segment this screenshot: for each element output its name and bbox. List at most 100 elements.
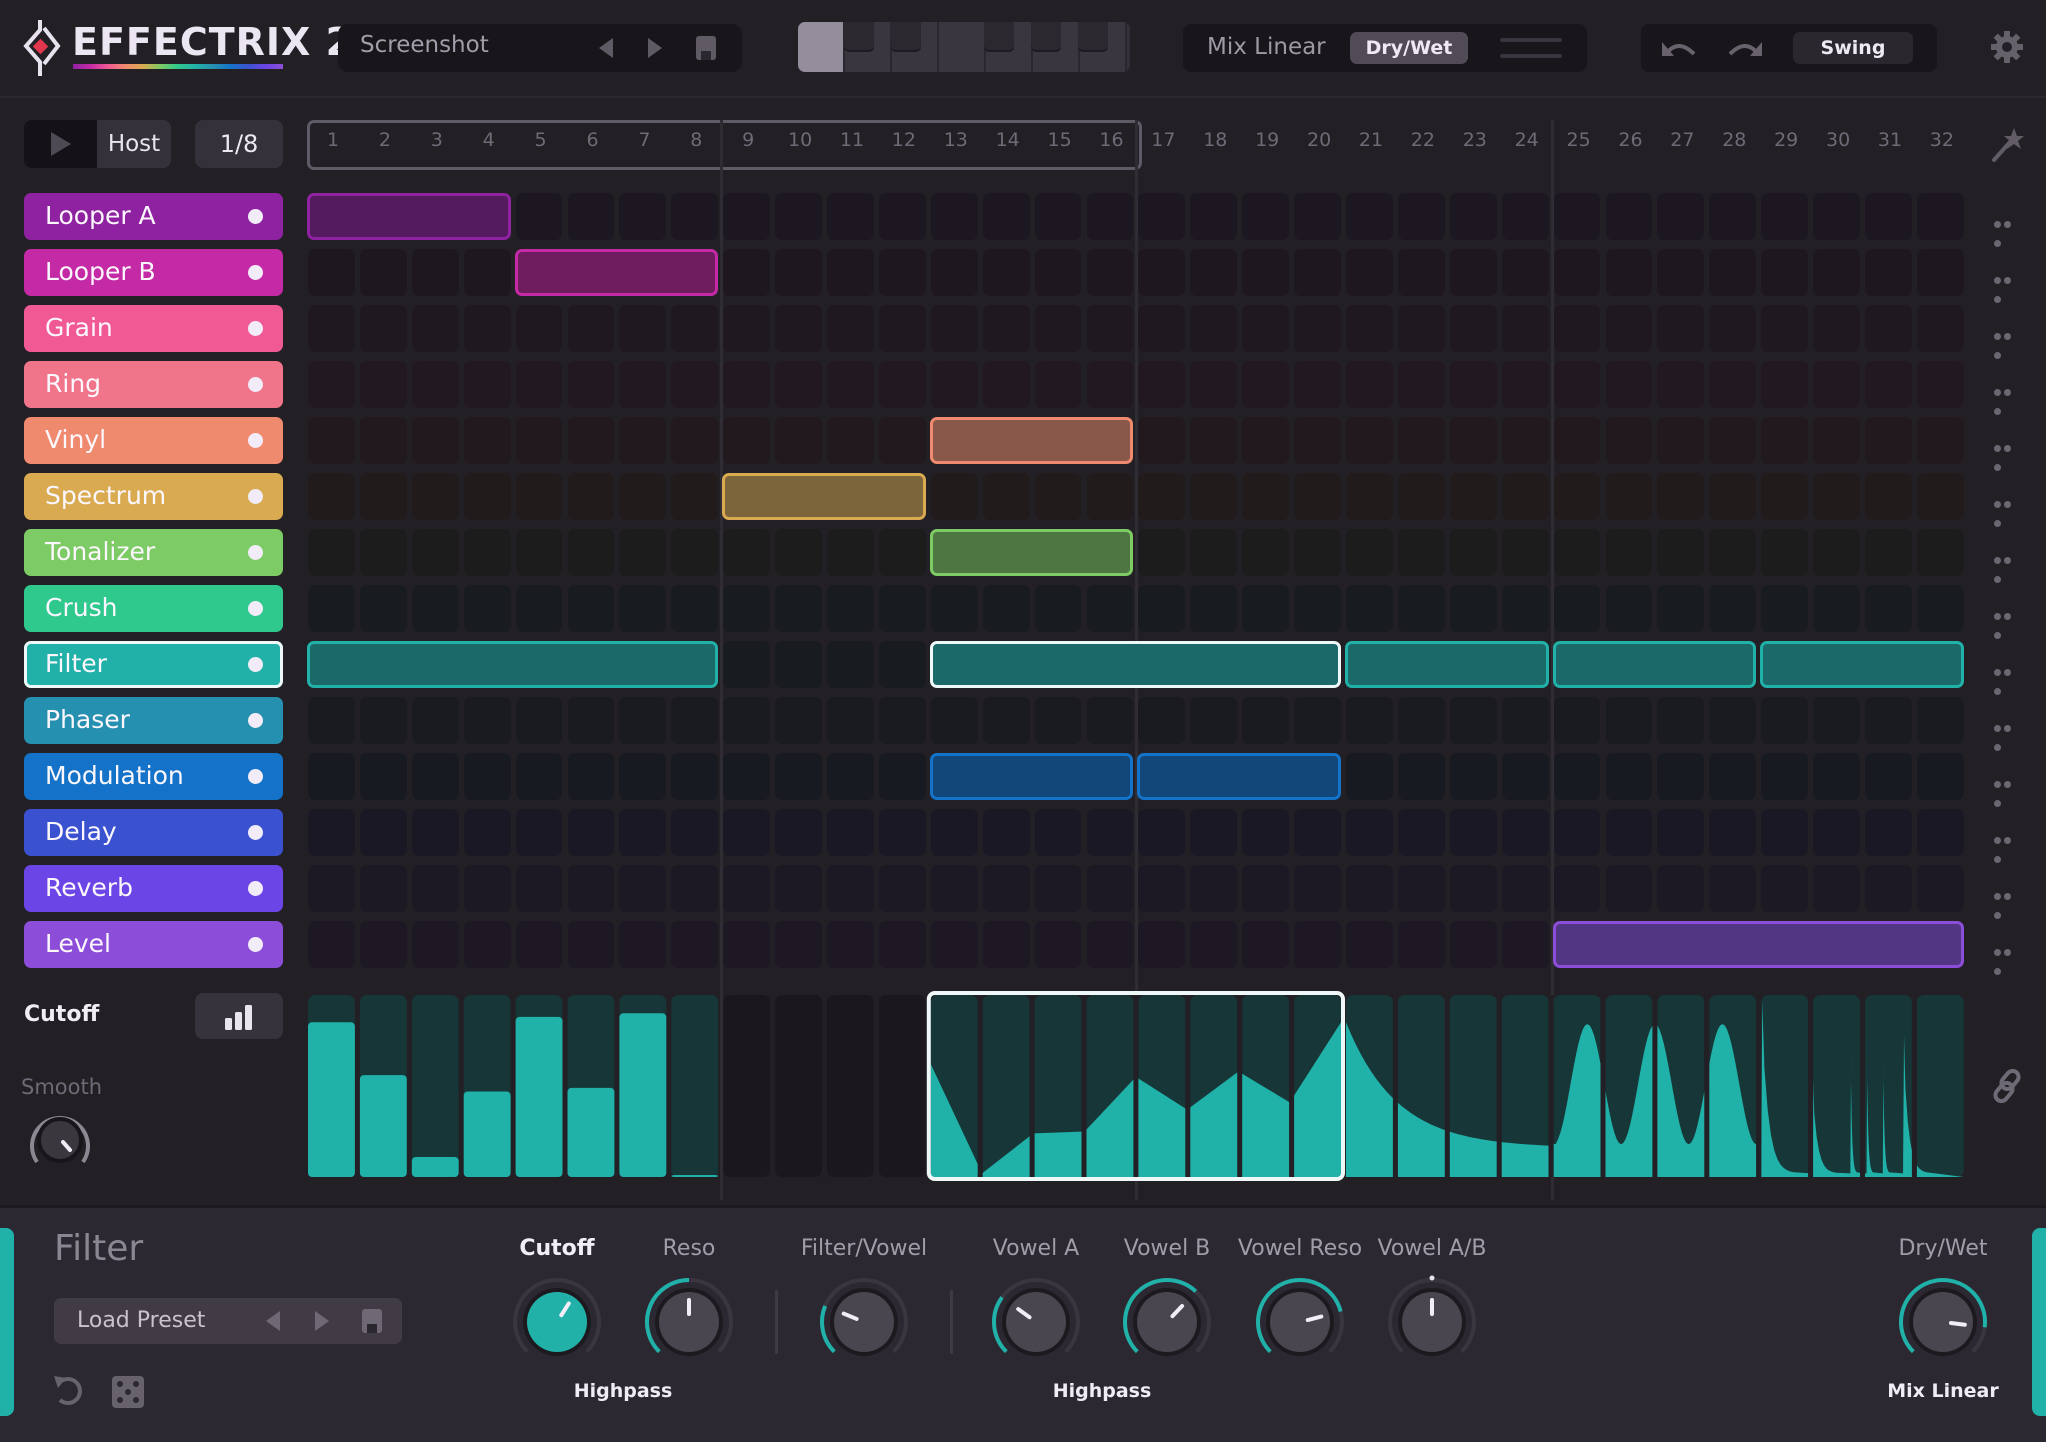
undo-icon[interactable] xyxy=(1662,34,1698,60)
step-cell[interactable] xyxy=(775,697,822,744)
track-enable-toggle[interactable] xyxy=(248,321,263,336)
step-cell[interactable] xyxy=(411,305,459,352)
step-cell[interactable] xyxy=(827,529,874,576)
step-cell[interactable] xyxy=(463,585,511,632)
step-cell[interactable] xyxy=(1813,697,1860,744)
step-cell[interactable] xyxy=(1813,417,1860,464)
step-cell[interactable] xyxy=(308,865,355,912)
step-cell[interactable] xyxy=(1138,697,1186,744)
step-cell[interactable] xyxy=(619,809,667,856)
step-number[interactable]: 16 xyxy=(1086,129,1138,151)
step-cell[interactable] xyxy=(1449,865,1497,912)
step-cell[interactable] xyxy=(1034,697,1082,744)
next-fx-preset-icon[interactable] xyxy=(315,1311,329,1331)
step-cell[interactable] xyxy=(1138,865,1186,912)
step-number[interactable]: 19 xyxy=(1241,129,1293,151)
step-cell[interactable] xyxy=(463,809,511,856)
step-cell[interactable] xyxy=(982,697,1030,744)
step-cell[interactable] xyxy=(515,473,563,520)
step-cell[interactable] xyxy=(775,529,822,576)
step-cell[interactable] xyxy=(1034,249,1082,296)
step-cell[interactable] xyxy=(982,865,1030,912)
track-more-icon[interactable] xyxy=(1994,269,2022,303)
step-cell[interactable] xyxy=(775,193,822,240)
step-number[interactable]: 11 xyxy=(826,129,878,151)
track-grain[interactable]: Grain xyxy=(24,305,283,352)
step-cell[interactable] xyxy=(1813,305,1860,352)
step-cell[interactable] xyxy=(1761,585,1809,632)
step-cell[interactable] xyxy=(1346,585,1393,632)
step-cell[interactable] xyxy=(1138,473,1186,520)
step-cell[interactable] xyxy=(1346,697,1393,744)
smooth-knob[interactable] xyxy=(26,1106,96,1176)
step-cell[interactable] xyxy=(1086,585,1134,632)
track-enable-toggle[interactable] xyxy=(248,825,263,840)
step-cell[interactable] xyxy=(1294,249,1341,296)
track-looper-b[interactable]: Looper B xyxy=(24,249,283,296)
menu-icon[interactable] xyxy=(1500,38,1562,42)
step-cell[interactable] xyxy=(567,361,615,408)
track-more-icon[interactable] xyxy=(1994,213,2022,247)
step-cell[interactable] xyxy=(1294,417,1341,464)
step-cell[interactable] xyxy=(308,361,355,408)
step-cell[interactable] xyxy=(1553,697,1601,744)
step-cell[interactable] xyxy=(1501,585,1549,632)
track-tonalizer[interactable]: Tonalizer xyxy=(24,529,283,576)
step-cell[interactable] xyxy=(1605,193,1653,240)
step-cell[interactable] xyxy=(1865,809,1912,856)
step-cell[interactable] xyxy=(359,809,407,856)
step-cell[interactable] xyxy=(1449,305,1497,352)
step-cell[interactable] xyxy=(411,921,459,968)
track-filter[interactable]: Filter xyxy=(24,641,283,688)
step-cell[interactable] xyxy=(723,753,771,800)
step-cell[interactable] xyxy=(1397,865,1445,912)
step-cell[interactable] xyxy=(723,921,771,968)
step-cell[interactable] xyxy=(1657,417,1705,464)
step-cell[interactable] xyxy=(1761,305,1809,352)
step-number[interactable]: 26 xyxy=(1605,129,1657,151)
step-cell[interactable] xyxy=(827,585,874,632)
step-cell[interactable] xyxy=(827,753,874,800)
step-cell[interactable] xyxy=(1397,809,1445,856)
track-enable-toggle[interactable] xyxy=(248,937,263,952)
step-cell[interactable] xyxy=(775,305,822,352)
prev-preset-icon[interactable] xyxy=(599,38,613,58)
save-fx-preset-icon[interactable] xyxy=(362,1309,382,1333)
lane-step[interactable] xyxy=(827,995,874,1177)
preset-name[interactable]: Screenshot xyxy=(360,32,489,58)
reset-icon[interactable] xyxy=(52,1374,84,1408)
step-cell[interactable] xyxy=(1865,473,1912,520)
step-cell[interactable] xyxy=(567,305,615,352)
step-cell[interactable] xyxy=(515,697,563,744)
step-number[interactable]: 17 xyxy=(1137,129,1189,151)
step-cell[interactable] xyxy=(1138,921,1186,968)
step-cell[interactable] xyxy=(1916,473,1964,520)
step-cell[interactable] xyxy=(1397,305,1445,352)
step-cell[interactable] xyxy=(411,697,459,744)
step-cell[interactable] xyxy=(1501,865,1549,912)
step-cell[interactable] xyxy=(671,753,719,800)
step-cell[interactable] xyxy=(775,753,822,800)
track-more-icon[interactable] xyxy=(1994,717,2022,751)
step-cell[interactable] xyxy=(775,809,822,856)
step-number[interactable]: 12 xyxy=(878,129,930,151)
step-cell[interactable] xyxy=(878,753,926,800)
step-cell[interactable] xyxy=(1657,697,1705,744)
step-cell[interactable] xyxy=(878,193,926,240)
step-cell[interactable] xyxy=(1190,361,1238,408)
step-cell[interactable] xyxy=(1553,809,1601,856)
step-cell[interactable] xyxy=(359,753,407,800)
step-cell[interactable] xyxy=(775,921,822,968)
step-cell[interactable] xyxy=(567,921,615,968)
step-cell[interactable] xyxy=(1034,865,1082,912)
step-cell[interactable] xyxy=(1034,585,1082,632)
step-cell[interactable] xyxy=(1709,809,1757,856)
step-cell[interactable] xyxy=(463,473,511,520)
step-cell[interactable] xyxy=(1916,529,1964,576)
step-cell[interactable] xyxy=(619,585,667,632)
step-cell[interactable] xyxy=(1553,865,1601,912)
track-enable-toggle[interactable] xyxy=(248,601,263,616)
track-level[interactable]: Level xyxy=(24,921,283,968)
step-cell[interactable] xyxy=(1138,193,1186,240)
step-cell[interactable] xyxy=(1709,753,1757,800)
